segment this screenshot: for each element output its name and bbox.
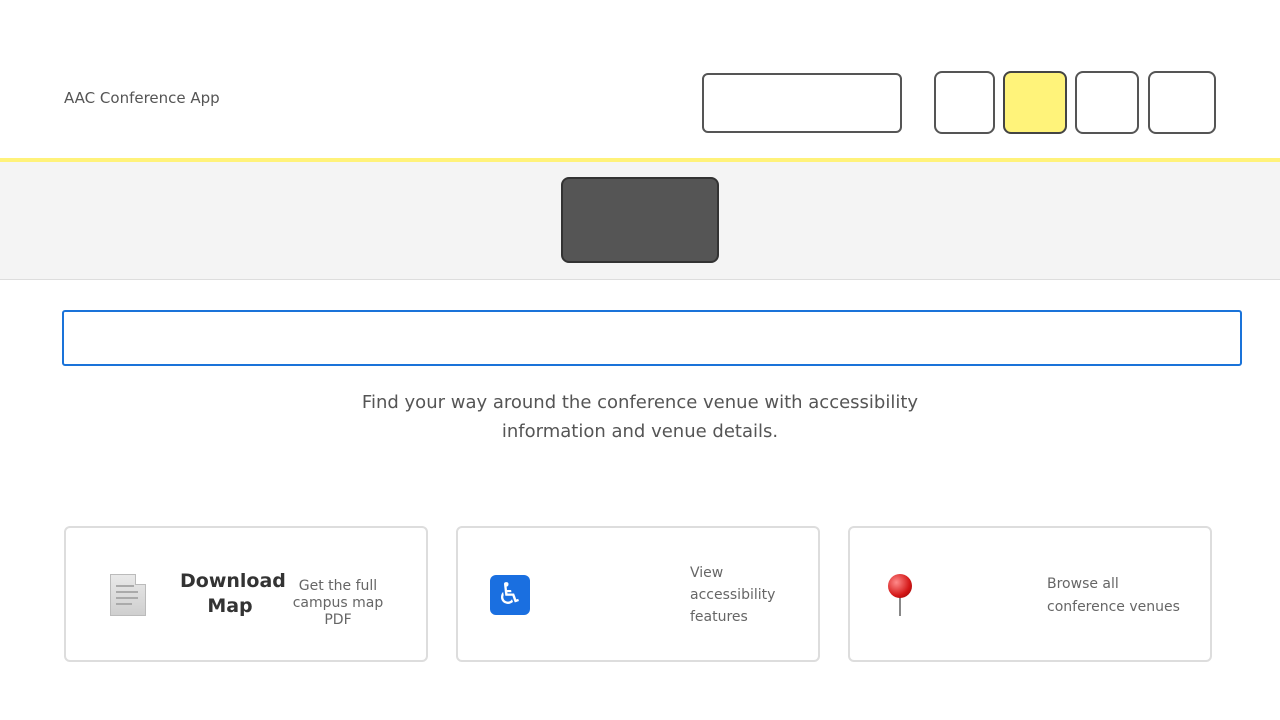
primary-action-button[interactable]: [561, 177, 719, 263]
intro-text: Find your way around the conference venu…: [361, 392, 919, 442]
card-title: Download Map: [180, 570, 286, 617]
pushpin-icon: [886, 574, 916, 618]
download-map-card[interactable]: Download Map Get the full campus map PDF: [64, 526, 428, 662]
header-button-3[interactable]: [1075, 71, 1139, 134]
document-icon: [110, 574, 146, 616]
header-input-field[interactable]: [702, 73, 902, 133]
search-input[interactable]: [62, 310, 1242, 366]
header-button-1[interactable]: [934, 71, 995, 134]
app-header: AAC Conference App: [0, 0, 1280, 162]
card-description: View accessibility features: [690, 565, 776, 625]
card-description: Get the full campus map PDF: [292, 578, 384, 628]
app-title: AAC Conference App: [64, 89, 220, 107]
navigation-band: [0, 162, 1280, 280]
header-button-4[interactable]: [1148, 71, 1216, 134]
accessibility-card[interactable]: ♿ View accessibility features: [456, 526, 820, 662]
card-description: Browse all conference venues: [1047, 576, 1180, 615]
wheelchair-icon: ♿: [490, 575, 530, 615]
venues-card[interactable]: Browse all conference venues: [848, 526, 1212, 662]
header-button-2-active[interactable]: [1003, 71, 1067, 134]
